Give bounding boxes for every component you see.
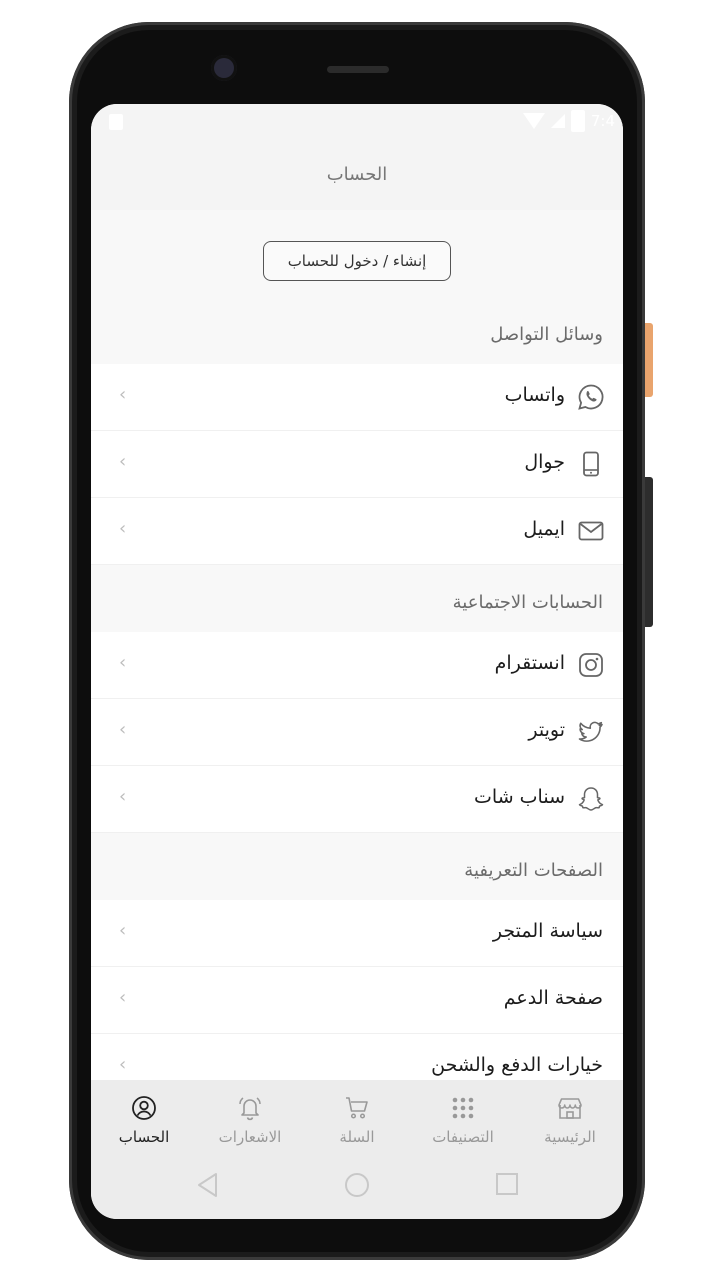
battery-icon xyxy=(570,110,585,132)
list-item-email[interactable]: ايميل ‹ xyxy=(91,498,623,565)
chevron-left-icon: ‹ xyxy=(119,719,127,740)
chevron-left-icon: ‹ xyxy=(119,1054,127,1075)
status-bar: 7:4 xyxy=(91,104,623,138)
list-item-twitter[interactable]: تويتر ‹ xyxy=(91,699,623,766)
tab-label: الحساب xyxy=(118,1128,170,1146)
grid-icon xyxy=(449,1094,477,1122)
status-time: 7:4 xyxy=(590,112,615,130)
tab-categories[interactable]: التصنيفات xyxy=(413,1094,513,1146)
account-content[interactable]: إنشاء / دخول للحساب وسائل التواصل واتساب… xyxy=(91,210,623,1101)
chevron-left-icon: ‹ xyxy=(119,518,127,539)
list-item-support-page[interactable]: صفحة الدعم ‹ xyxy=(91,967,623,1034)
wifi-icon xyxy=(522,113,545,129)
account-icon xyxy=(130,1094,158,1122)
tab-cart[interactable]: السلة xyxy=(307,1094,407,1146)
whatsapp-icon xyxy=(577,383,605,411)
list-item-store-policy[interactable]: سياسة المتجر ‹ xyxy=(91,900,623,967)
status-icons: 7:4 xyxy=(522,110,615,132)
side-button-top xyxy=(645,323,653,397)
side-button-bottom xyxy=(645,477,653,627)
bell-icon xyxy=(236,1094,264,1122)
list-item-label: ايميل xyxy=(523,518,565,540)
front-camera xyxy=(211,55,237,81)
chevron-left-icon: ‹ xyxy=(119,652,127,673)
store-icon xyxy=(556,1094,584,1122)
app-screen: 7:4 الحساب إنشاء / دخول للحساب وسائل الت… xyxy=(91,104,623,1219)
list-item-label: جوال xyxy=(524,451,565,473)
list-item-whatsapp[interactable]: واتساب ‹ xyxy=(91,364,623,431)
list-item-snapchat[interactable]: سناب شات ‹ xyxy=(91,766,623,833)
cart-icon xyxy=(343,1094,371,1122)
list-item-mobile[interactable]: جوال ‹ xyxy=(91,431,623,498)
back-icon[interactable] xyxy=(196,1172,220,1198)
snapchat-icon xyxy=(577,785,605,813)
tab-notifications[interactable]: الاشعارات xyxy=(200,1094,300,1146)
recents-square-icon[interactable] xyxy=(495,1172,519,1196)
chevron-left-icon: ‹ xyxy=(119,920,127,941)
list-item-label: تويتر xyxy=(528,719,565,741)
tab-label: التصنيفات xyxy=(432,1128,494,1146)
list-item-instagram[interactable]: انستقرام ‹ xyxy=(91,632,623,699)
earpiece-speaker xyxy=(327,66,389,73)
list-item-label: واتساب xyxy=(504,384,565,406)
list-item-label: صفحة الدعم xyxy=(503,987,603,1009)
chevron-left-icon: ‹ xyxy=(119,987,127,1008)
cell-signal-icon xyxy=(550,114,565,128)
tab-account[interactable]: الحساب xyxy=(94,1094,194,1146)
twitter-icon xyxy=(577,718,605,746)
chevron-left-icon: ‹ xyxy=(119,451,127,472)
tab-label: الاشعارات xyxy=(218,1128,282,1146)
tab-label: السلة xyxy=(339,1128,375,1146)
email-icon xyxy=(577,517,605,545)
list-item-label: خيارات الدفع والشحن xyxy=(431,1054,603,1076)
bottom-navigation: الرئيسية التصنيفات السلة الاشعارات الحسا… xyxy=(91,1080,623,1219)
mobile-phone-icon xyxy=(577,450,605,478)
login-register-button[interactable]: إنشاء / دخول للحساب xyxy=(263,241,451,281)
instagram-icon xyxy=(577,651,605,679)
section-title-social: الحسابات الاجتماعية xyxy=(452,592,603,613)
tab-home[interactable]: الرئيسية xyxy=(520,1094,620,1146)
list-item-label: سياسة المتجر xyxy=(492,920,603,942)
header: الحساب xyxy=(91,138,623,210)
list-item-label: سناب شات xyxy=(474,786,565,808)
chevron-left-icon: ‹ xyxy=(119,786,127,807)
notification-icon xyxy=(109,114,123,130)
home-circle-icon[interactable] xyxy=(344,1172,370,1198)
list-item-label: انستقرام xyxy=(494,652,565,674)
system-navigation xyxy=(91,1172,623,1212)
section-title-contact: وسائل التواصل xyxy=(490,324,603,345)
section-title-pages: الصفحات التعريفية xyxy=(464,860,603,881)
chevron-left-icon: ‹ xyxy=(119,384,127,405)
page-title: الحساب xyxy=(326,163,388,185)
tab-label: الرئيسية xyxy=(544,1128,596,1146)
